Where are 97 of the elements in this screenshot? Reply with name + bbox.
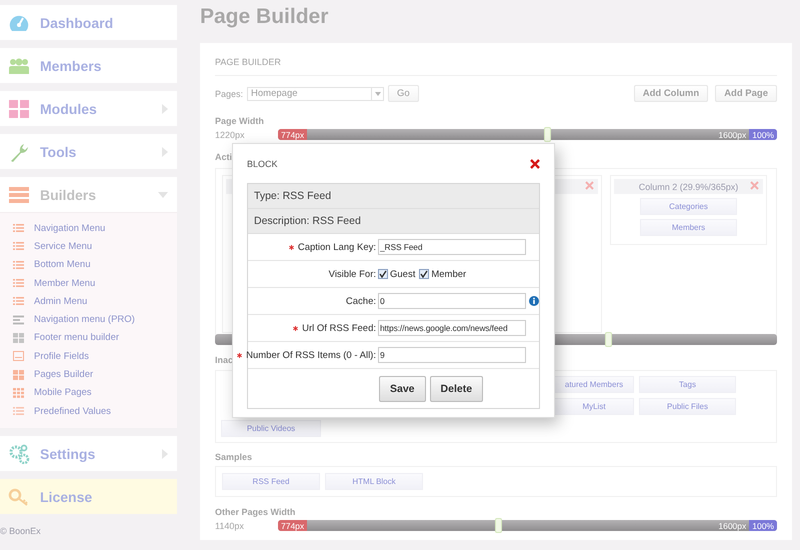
sidebar-item[interactable]: Tools bbox=[0, 134, 177, 169]
chevron-right-icon bbox=[162, 448, 168, 459]
section-label: Other Pages Width bbox=[215, 507, 296, 517]
gears-icon bbox=[8, 444, 30, 464]
submenu-item[interactable]: Navigation Menu bbox=[13, 219, 177, 238]
sidebar-item[interactable]: Builders bbox=[0, 177, 177, 212]
sidebar-item[interactable]: Modules bbox=[0, 91, 177, 126]
check-icon bbox=[379, 270, 387, 278]
text-field[interactable]: https://news.google.com/news/feed bbox=[378, 320, 526, 336]
submenu-item[interactable]: Admin Menu bbox=[13, 292, 177, 310]
width-value: 1140px bbox=[215, 520, 245, 530]
submenu-item[interactable]: Navigation menu (PRO) bbox=[13, 310, 177, 329]
checkbox[interactable] bbox=[419, 269, 430, 279]
checkbox-label: Member bbox=[431, 268, 466, 280]
submenu-item[interactable]: Bottom Menu bbox=[13, 256, 177, 274]
check-icon bbox=[420, 270, 428, 278]
grid-icon bbox=[13, 370, 24, 380]
submenu-item[interactable]: Service Menu bbox=[13, 237, 177, 256]
submenu-item[interactable]: Predefined Values bbox=[13, 402, 177, 420]
slider-percent-label: 100% bbox=[749, 520, 777, 531]
width-value: 1220px bbox=[215, 130, 246, 140]
people-icon bbox=[8, 56, 30, 76]
slider-track[interactable]: 774px 1600px 100% bbox=[278, 520, 777, 531]
slider-min-label: 774px bbox=[278, 520, 308, 531]
add-page-button[interactable]: Add Page bbox=[715, 85, 777, 102]
list-icon bbox=[13, 223, 24, 234]
description-row: Description: RSS Feed bbox=[248, 209, 539, 234]
sidebar-item[interactable]: Dashboard bbox=[0, 5, 177, 40]
dialog-title: BLOCK bbox=[247, 158, 278, 168]
field-label: Number Of RSS Items (0 - All): bbox=[246, 350, 376, 360]
grid-icon bbox=[8, 98, 30, 118]
block-item[interactable]: atured Members bbox=[554, 376, 634, 393]
slider-max-label: 1600px bbox=[718, 520, 748, 530]
block-item[interactable]: Members bbox=[640, 219, 737, 236]
type-row: Type: RSS Feed bbox=[248, 184, 539, 209]
field-label: Caption Lang Key: bbox=[298, 242, 376, 252]
submenu-item[interactable]: Mobile Pages bbox=[13, 384, 177, 402]
section-label: Samples bbox=[215, 452, 252, 462]
submenu-item[interactable]: Pages Builder bbox=[13, 365, 177, 384]
slider-thumb[interactable] bbox=[544, 127, 552, 142]
go-button[interactable]: Go bbox=[388, 85, 419, 102]
submenu-item[interactable]: Member Menu bbox=[13, 274, 177, 292]
copyright-text: © BoonEx bbox=[0, 526, 41, 536]
slider-thumb[interactable] bbox=[494, 518, 502, 533]
list-icon bbox=[13, 296, 24, 306]
dots-grid-icon bbox=[13, 388, 24, 398]
info-icon[interactable] bbox=[529, 296, 539, 306]
section-label: Inac bbox=[215, 355, 234, 365]
block-item[interactable]: Public Files bbox=[639, 398, 736, 415]
pages-select[interactable]: Homepage bbox=[247, 86, 384, 100]
field-label: Cache: bbox=[346, 296, 376, 306]
page-title: Page Builder bbox=[200, 4, 330, 30]
close-icon[interactable] bbox=[530, 158, 540, 168]
add-column-button[interactable]: Add Column bbox=[634, 85, 708, 102]
field-label: Url Of RSS Feed: bbox=[302, 322, 376, 334]
submenu-item[interactable]: Profile Fields bbox=[13, 347, 177, 366]
text-field[interactable]: 9 bbox=[378, 347, 526, 363]
section-label: Acti bbox=[215, 152, 232, 162]
delete-button[interactable]: Delete bbox=[430, 376, 484, 402]
caret-icon bbox=[374, 92, 381, 96]
list-icon bbox=[13, 406, 24, 416]
block-item[interactable]: Tags bbox=[639, 376, 736, 393]
block-item[interactable]: Public Videos bbox=[221, 420, 321, 437]
list-icon bbox=[8, 184, 30, 204]
checkbox-label: Guest bbox=[390, 268, 416, 280]
sidebar-item[interactable]: Settings bbox=[0, 436, 177, 472]
form-icon bbox=[13, 351, 24, 362]
chevron-right-icon bbox=[162, 146, 168, 156]
slider-thumb[interactable] bbox=[605, 332, 612, 347]
list-icon bbox=[13, 278, 24, 288]
field-label: Pages: bbox=[215, 88, 244, 98]
section-label: Page Width bbox=[215, 116, 264, 126]
slider-min-label: 774px bbox=[278, 129, 308, 140]
chevron-down-icon bbox=[158, 192, 168, 198]
key-icon bbox=[8, 486, 30, 507]
lines-icon bbox=[13, 314, 24, 325]
panel-heading: PAGE BUILDER bbox=[215, 57, 777, 76]
slider-percent-label: 100% bbox=[749, 129, 777, 140]
block-item[interactable]: Categories bbox=[640, 198, 737, 215]
submenu-item[interactable]: Footer menu builder bbox=[13, 328, 177, 348]
slider-max-label: 1600px bbox=[718, 130, 748, 140]
grid-icon bbox=[13, 332, 24, 343]
block-item[interactable]: RSS Feed bbox=[222, 473, 320, 490]
slider-track[interactable]: 774px 1600px 100% bbox=[278, 129, 777, 140]
save-button[interactable]: Save bbox=[379, 376, 426, 402]
field-label: Visible For: bbox=[328, 268, 376, 280]
list-icon bbox=[13, 260, 24, 270]
checkbox[interactable] bbox=[378, 269, 388, 279]
list-icon bbox=[13, 241, 24, 252]
text-field[interactable]: _RSS Feed bbox=[378, 239, 526, 255]
chevron-right-icon bbox=[162, 104, 168, 114]
sidebar-item[interactable]: Members bbox=[0, 48, 177, 83]
text-field[interactable]: 0 bbox=[378, 293, 526, 309]
block-item[interactable]: MyList bbox=[554, 398, 634, 415]
column-title: Column 2 (29.9%/365px) bbox=[638, 182, 738, 192]
sidebar-item[interactable]: License bbox=[0, 479, 177, 514]
block-item[interactable]: HTML Block bbox=[325, 473, 423, 490]
